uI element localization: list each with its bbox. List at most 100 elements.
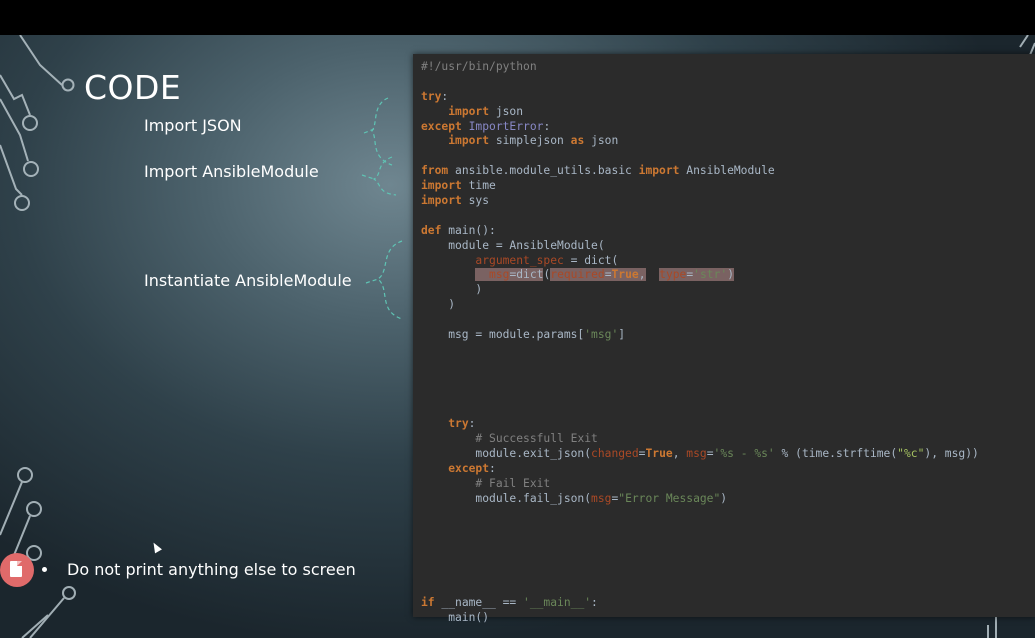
code-token: import (448, 134, 490, 148)
annotation-instantiate: Instantiate AnsibleModule (144, 271, 352, 290)
bullet-text: Do not print anything else to screen (67, 560, 356, 579)
code-line: import sys (421, 194, 1035, 209)
slide-title: CODE (84, 68, 182, 107)
code-token: : (468, 417, 476, 431)
code-token: 'str' (693, 268, 728, 282)
code-token: =dict (509, 268, 544, 282)
document-icon[interactable] (0, 553, 34, 587)
code-token: simplejson (489, 134, 571, 148)
code-token: True (645, 447, 673, 461)
code-token: ), msg)) (924, 447, 979, 461)
code-line: import json (421, 105, 1035, 120)
code-token: try (421, 89, 442, 103)
code-token: "Error Message" (618, 491, 721, 505)
code-token: import (638, 164, 680, 178)
code-token: # Fail Exit (475, 476, 551, 490)
code-line: import simplejson as json (421, 134, 1035, 149)
code-token: main() (421, 610, 490, 624)
code-line: module.exit_json(changed=True, msg='%s -… (421, 447, 1035, 462)
code-token: from (421, 164, 449, 178)
code-token: msg (475, 268, 510, 282)
code-token: "%c" (897, 447, 925, 461)
code-token: time (461, 179, 496, 193)
bullet-dot (42, 567, 47, 572)
code-token: module.fail_json( (421, 491, 592, 505)
code-token: module = AnsibleModule( (421, 238, 605, 252)
code-token: main(): (441, 223, 496, 237)
page-fold (17, 561, 22, 566)
code-token: except (421, 119, 462, 133)
code-token: ) (421, 298, 456, 312)
code-token: if (421, 596, 435, 610)
code-token: argument_spec (475, 253, 564, 267)
code-line: # Fail Exit (421, 477, 1035, 492)
code-token: : (543, 119, 551, 133)
code-token: import (448, 104, 490, 118)
code-token: msg = module.params[ (421, 328, 585, 342)
code-token: __name__ == (434, 596, 524, 610)
annotation-import-json: Import JSON (144, 116, 242, 135)
code-line: #!/usr/bin/python (421, 60, 1035, 75)
code-token: ansible.module_utils.basic (448, 164, 639, 178)
code-token: # Successfull Exit (475, 432, 598, 446)
code-panel: #!/usr/bin/python try: import json except … (413, 54, 1035, 624)
code-line: ) (421, 298, 1035, 313)
code-token: AnsibleModule (679, 164, 775, 178)
code-token: ImportError (468, 119, 544, 133)
code-token: '%s - %s' (713, 447, 775, 461)
code-token: required (550, 268, 605, 282)
code-line: main() (421, 611, 1035, 626)
code-token: try (448, 417, 469, 431)
code-line: msg=dict(required=True, type='str') (421, 268, 1035, 283)
code-line: try: (421, 90, 1035, 105)
code-token: ) (421, 283, 483, 297)
code-line: try: (421, 417, 1035, 432)
code-token: msg (591, 491, 612, 505)
code-line: def main(): (421, 224, 1035, 239)
code-line: msg = module.params['msg'] (421, 328, 1035, 343)
code-line: module = AnsibleModule( (421, 239, 1035, 254)
code-line: # Successfull Exit (421, 432, 1035, 447)
code-token: json (489, 104, 524, 118)
code-line: except: (421, 462, 1035, 477)
code-token: def (421, 223, 442, 237)
code-line: ) (421, 283, 1035, 298)
code-line: import time (421, 179, 1035, 194)
code-token: type (659, 268, 687, 282)
code-token: json (584, 134, 619, 148)
code-token: = dict( (563, 253, 619, 267)
code-token: msg (686, 447, 707, 461)
code-token: except (448, 462, 490, 476)
code-token: : (489, 462, 496, 476)
code-token: changed (591, 447, 639, 461)
code-token: , (672, 447, 687, 461)
code-token: = (706, 447, 714, 461)
code-token: import (421, 179, 462, 193)
bullet-item: Do not print anything else to screen (42, 560, 356, 579)
code-token: module.exit_json( (421, 447, 592, 461)
code-token: ) (720, 491, 728, 505)
presentation-slide: CODE Import JSON Import AnsibleModule In… (0, 35, 1035, 638)
code-token: ] (618, 328, 626, 342)
code-line: argument_spec = dict( (421, 254, 1035, 269)
